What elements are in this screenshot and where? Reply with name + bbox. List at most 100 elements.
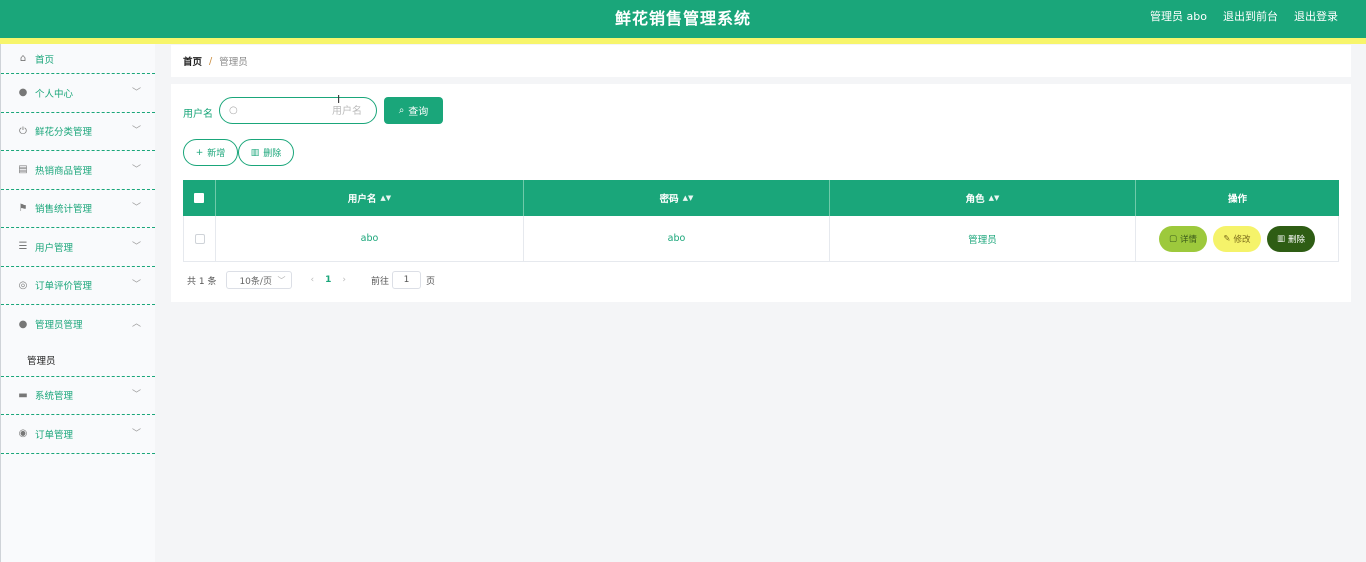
- sidebar-item-personal-center[interactable]: ● 个人中心 ﹀: [1, 74, 155, 113]
- breadcrumb-home[interactable]: 首页: [183, 54, 202, 68]
- cell-username: abo: [216, 216, 524, 261]
- exit-to-front-link[interactable]: 退出到前台: [1223, 8, 1278, 24]
- document-icon: ▢: [1168, 233, 1177, 244]
- breadcrumb-separator: /: [209, 55, 213, 67]
- username-search-input[interactable]: [244, 103, 362, 119]
- sidebar-item-user-management[interactable]: ☰ 用户管理 ﹀: [1, 228, 155, 267]
- column-header-actions: 操作: [1136, 180, 1339, 216]
- main-panel: 用户名 ○ ⌕ 查询 + 新增 ▥ 删除 用户名 ▲▼ 密码 ▲▼ 角: [171, 84, 1351, 302]
- clipboard-icon: ▤: [18, 164, 28, 176]
- prev-page-icon[interactable]: ‹: [310, 275, 314, 285]
- sidebar-item-label: 个人中心: [35, 88, 74, 100]
- pencil-icon: ✎: [1223, 233, 1231, 244]
- column-header-role[interactable]: 角色 ▲▼: [830, 180, 1136, 216]
- trash-icon: ▥: [250, 147, 260, 158]
- detail-button-label: 详情: [1180, 234, 1198, 245]
- cell-password: abo: [524, 216, 830, 261]
- row-select-cell: [183, 216, 216, 261]
- sidebar-item-order-reviews[interactable]: ◎ 订单评价管理 ﹀: [1, 267, 155, 305]
- sidebar-subitem-admin[interactable]: 管理员: [1, 344, 155, 377]
- compass-icon: ◎: [18, 279, 28, 291]
- sidebar-item-label: 管理员管理: [35, 320, 83, 332]
- chevron-down-icon: ﹀: [131, 428, 141, 439]
- sidebar-item-hot-products[interactable]: ▤ 热销商品管理 ﹀: [1, 151, 155, 190]
- plus-icon: +: [195, 147, 204, 158]
- cell-actions: ▢ 详情 ✎ 修改 ▥ 删除: [1136, 216, 1339, 261]
- batch-delete-label: 删除: [263, 149, 282, 159]
- sidebar-item-admin-management[interactable]: ● 管理员管理 ︿: [1, 305, 155, 344]
- pagination: 共 1 条 10条/页 ﹀ ‹ 1 › 前往 页: [187, 271, 435, 289]
- sidebar-item-sales-stats[interactable]: ⚑ 销售统计管理 ﹀: [1, 190, 155, 228]
- sidebar-item-label: 订单评价管理: [35, 281, 93, 293]
- admin-table: 用户名 ▲▼ 密码 ▲▼ 角色 ▲▼ 操作 abo abo 管理员 ▢ 详情 ✎…: [183, 180, 1339, 262]
- chevron-down-icon: ﹀: [131, 241, 141, 252]
- sidebar-item-label: 用户管理: [35, 242, 74, 254]
- chevron-down-icon: ﹀: [131, 164, 141, 175]
- column-header-label: 操作: [1227, 194, 1247, 205]
- table-header: 用户名 ▲▼ 密码 ▲▼ 角色 ▲▼ 操作: [183, 180, 1339, 216]
- sidebar-item-label: 订单管理: [35, 429, 74, 441]
- column-header-label: 角色: [965, 194, 985, 205]
- query-button-label: 查询: [408, 107, 429, 118]
- flag-icon: ⚑: [18, 202, 28, 214]
- page-size-select[interactable]: 10条/页 ﹀: [226, 271, 293, 289]
- page-number[interactable]: 1: [325, 275, 331, 285]
- breadcrumb-current: 管理员: [219, 57, 248, 68]
- user-icon: ●: [18, 87, 28, 99]
- chevron-down-icon: ﹀: [131, 390, 141, 401]
- goto-label: 前往: [370, 276, 389, 287]
- header-links: 管理员 abo 退出到前台 退出登录: [1150, 8, 1338, 24]
- list-icon: ☰: [18, 241, 28, 253]
- sidebar-item-system-management[interactable]: ▬ 系统管理 ﹀: [1, 377, 155, 415]
- chevron-down-icon: ﹀: [131, 126, 141, 137]
- sort-icon: ▲▼: [380, 194, 392, 202]
- chevron-down-icon: ﹀: [131, 280, 141, 291]
- cell-role: 管理员: [830, 216, 1136, 261]
- support-icon: ◉: [18, 428, 28, 440]
- sidebar-item-flower-category[interactable]: ⏻ 鲜花分类管理 ﹀: [1, 113, 155, 151]
- search-box: ○: [219, 97, 377, 124]
- edit-button[interactable]: ✎ 修改: [1213, 225, 1261, 252]
- sidebar: ⌂ 首页 ● 个人中心 ﹀ ⏻ 鲜花分类管理 ﹀ ▤ 热销商品管理 ﹀ ⚑ 销售…: [0, 44, 155, 562]
- header-accent-strip: [0, 38, 1366, 44]
- sidebar-item-home[interactable]: ⌂ 首页: [1, 44, 155, 74]
- query-button[interactable]: ⌕ 查询: [384, 97, 443, 124]
- sidebar-item-order-management[interactable]: ◉ 订单管理 ﹀: [1, 415, 155, 454]
- select-all-cell: [183, 180, 216, 216]
- chevron-down-icon: ﹀: [131, 203, 141, 214]
- search-icon: ○: [229, 105, 238, 116]
- table-row: abo abo 管理员 ▢ 详情 ✎ 修改 ▥ 删除: [183, 216, 1339, 262]
- home-icon: ⌂: [19, 53, 27, 64]
- breadcrumb: 首页 / 管理员: [171, 45, 1351, 77]
- edit-button-label: 修改: [1233, 234, 1251, 245]
- sidebar-item-label: 系统管理: [35, 391, 74, 403]
- detail-button[interactable]: ▢ 详情: [1159, 225, 1207, 252]
- sort-icon: ▲▼: [682, 194, 694, 202]
- add-button-label: 新增: [207, 149, 226, 159]
- batch-delete-button[interactable]: ▥ 删除: [238, 139, 294, 166]
- trash-icon: ▥: [1276, 233, 1285, 244]
- current-user-label: 管理员 abo: [1150, 10, 1207, 23]
- page-size-value: 10条/页: [239, 276, 272, 287]
- column-header-username[interactable]: 用户名 ▲▼: [216, 180, 524, 216]
- next-page-icon[interactable]: ›: [342, 275, 346, 285]
- row-checkbox[interactable]: [194, 233, 205, 244]
- goto-page-input[interactable]: [391, 271, 421, 289]
- sidebar-item-label: 热销商品管理: [35, 165, 93, 177]
- pagination-total: 共 1 条: [187, 276, 217, 287]
- text-cursor-icon: I: [337, 93, 341, 106]
- user-icon: ●: [18, 318, 28, 330]
- add-button[interactable]: + 新增: [183, 139, 238, 166]
- page-suffix: 页: [425, 276, 435, 287]
- chevron-up-icon: ︿: [131, 319, 141, 330]
- column-header-label: 用户名: [347, 194, 377, 205]
- chevron-down-icon: ﹀: [277, 276, 286, 285]
- sidebar-item-label: 销售统计管理: [35, 204, 93, 216]
- logout-link[interactable]: 退出登录: [1294, 8, 1338, 24]
- search-icon: ⌕: [398, 105, 405, 116]
- search-label: 用户名: [183, 109, 213, 120]
- delete-button[interactable]: ▥ 删除: [1267, 225, 1315, 252]
- select-all-checkbox[interactable]: [194, 193, 204, 203]
- sidebar-item-label: 首页: [35, 54, 55, 66]
- column-header-password[interactable]: 密码 ▲▼: [524, 180, 830, 216]
